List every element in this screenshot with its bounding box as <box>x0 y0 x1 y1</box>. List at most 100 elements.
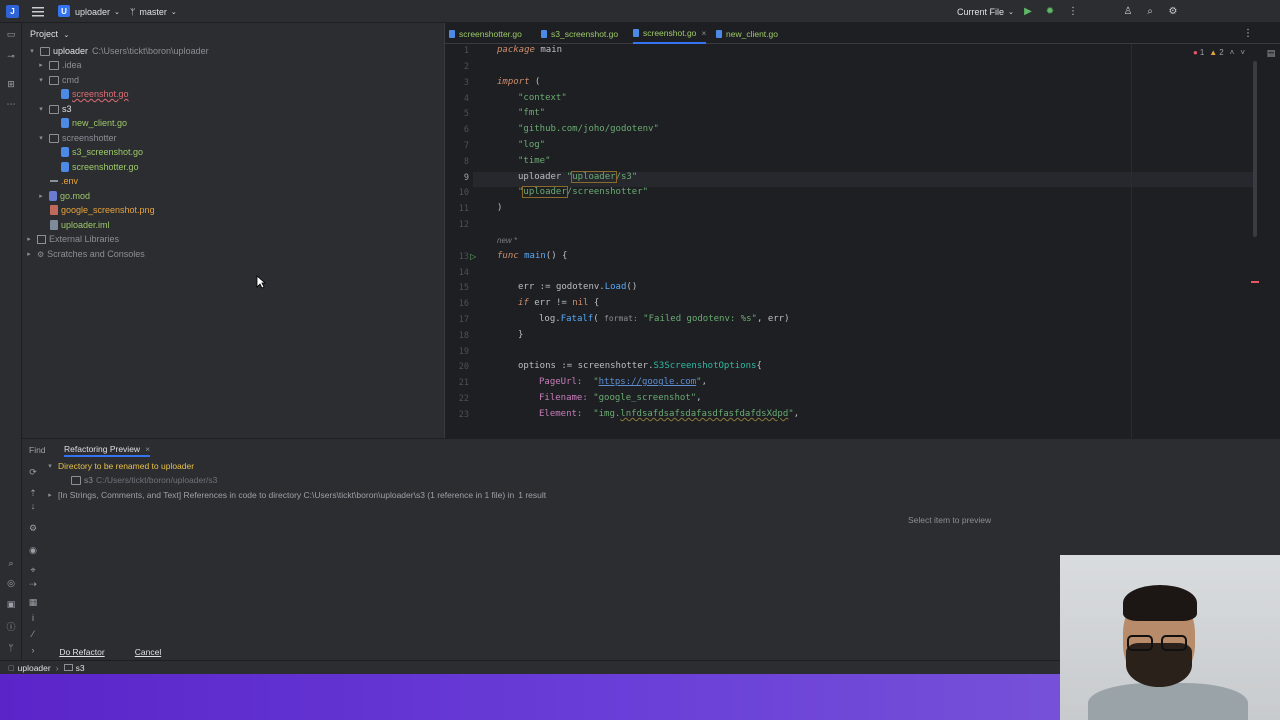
account-icon[interactable]: ♙ <box>1121 4 1135 18</box>
close-icon[interactable]: × <box>145 444 150 454</box>
cancel-button[interactable]: Cancel <box>130 644 166 660</box>
code-line[interactable]: "context" <box>518 93 567 108</box>
next-icon[interactable]: ↓ <box>26 499 40 513</box>
tree-item-external-libraries[interactable]: ▸ External Libraries <box>25 232 119 246</box>
tab-find[interactable]: Find <box>29 443 46 457</box>
settings-icon[interactable]: ⚙ <box>26 521 40 535</box>
tree-item-new-client-go[interactable]: new_client.go <box>61 116 127 130</box>
structure-icon[interactable]: ⊞ <box>4 77 18 91</box>
code-text: options := <box>518 361 578 371</box>
notifications-icon[interactable]: ▤ <box>1264 46 1278 60</box>
services-icon[interactable]: ◎ <box>4 576 18 590</box>
rename-target-row[interactable]: ▾ Directory to be renamed to uploader <box>46 459 194 473</box>
code-line[interactable]: uploader "uploader/s3" <box>518 171 637 187</box>
tab-screenshot-go[interactable]: screenshot.go × <box>633 23 707 44</box>
tree-item-cmd[interactable]: ▾ cmd <box>37 73 79 87</box>
info-icon[interactable]: i <box>26 611 40 625</box>
project-switcher[interactable]: uploader ⌄ <box>75 4 120 19</box>
do-refactor-button[interactable]: Do Refactor <box>54 644 110 660</box>
code-line[interactable]: "github.com/joho/godotenv" <box>518 124 659 139</box>
chevron-right-icon: ▸ <box>48 492 52 499</box>
search-icon[interactable]: ⌕ <box>1143 4 1157 18</box>
hamburger-icon[interactable] <box>32 4 44 19</box>
branch-switcher[interactable]: ᛘ master ⌄ <box>130 4 177 19</box>
pin-icon[interactable]: ⌖ <box>26 563 40 577</box>
code-line[interactable]: err := godotenv.Load() <box>518 282 637 297</box>
code-line[interactable]: "log" <box>518 140 545 155</box>
run-gutter-icon[interactable]: ▷ <box>470 252 476 261</box>
code-line[interactable]: ) <box>497 203 502 218</box>
code-line[interactable]: "time" <box>518 156 551 171</box>
filter-icon[interactable]: ⁄ <box>26 627 40 641</box>
group-icon[interactable]: ▦ <box>26 595 40 609</box>
tab-refactoring-preview[interactable]: Refactoring Preview × <box>64 443 151 457</box>
project-badge-icon: U <box>58 5 70 17</box>
line-number: 5 <box>463 109 469 119</box>
tree-item-screenshotter-go[interactable]: screenshotter.go <box>61 160 139 174</box>
env-file-icon <box>50 180 58 182</box>
code-text: , <box>793 409 800 419</box>
close-icon[interactable]: × <box>701 28 706 38</box>
tab-screenshotter-go[interactable]: screenshotter.go <box>449 23 522 44</box>
export-icon[interactable]: ⇢ <box>26 577 40 591</box>
more-icon[interactable]: ⋮ <box>1066 4 1080 18</box>
tree-item-screenshotter[interactable]: ▾ screenshotter <box>37 131 116 145</box>
tree-root[interactable]: ▾ uploader C:\Users\tickt\boron\uploader <box>28 44 208 58</box>
tree-item-idea[interactable]: ▸ .idea <box>37 58 81 72</box>
project-panel-header[interactable]: Project ⌄ <box>30 29 69 39</box>
editor-scrollbar[interactable] <box>1253 61 1257 237</box>
git-icon[interactable]: ᛘ <box>4 641 18 655</box>
line-number: 16 <box>458 299 469 309</box>
code-line[interactable]: package main <box>497 45 562 60</box>
commit-icon[interactable]: ⊸ <box>4 49 18 63</box>
tab-s3-screenshot-go[interactable]: s3_screenshot.go <box>541 23 618 44</box>
directory-row[interactable]: s3 C:/Users/tickt/boron/uploader/s3 <box>71 473 217 487</box>
code-text: { <box>756 361 762 371</box>
breadcrumb-item[interactable]: uploader <box>18 663 51 673</box>
problems-icon[interactable]: ⓘ <box>4 619 18 633</box>
code-line[interactable]: log.Fatalf( format: "Failed godotenv: %s… <box>539 314 790 329</box>
code-line[interactable]: options := screenshotter.S3ScreenshotOpt… <box>518 361 762 376</box>
code-line[interactable]: PageUrl: "https://google.com", <box>539 377 707 392</box>
tree-item-google-screenshot-png[interactable]: google_screenshot.png <box>50 203 155 217</box>
chevron-down-icon[interactable]: ˅ <box>1240 48 1245 57</box>
settings-icon[interactable]: ⚙ <box>1166 4 1180 18</box>
tree-item-uploader-iml[interactable]: uploader.iml <box>50 218 110 232</box>
expand-icon[interactable]: › <box>26 643 40 657</box>
run-config-select[interactable]: Current File ⌄ <box>957 4 1014 19</box>
code-line[interactable]: if err != nil { <box>518 298 599 313</box>
collapse-icon[interactable]: ⇡ <box>26 486 40 500</box>
error-stripe-marker[interactable] <box>1251 281 1259 283</box>
folder-icon[interactable]: ▭ <box>4 27 18 41</box>
code-line[interactable]: "uploader/screenshotter" <box>518 186 648 202</box>
preview-icon[interactable]: ◉ <box>26 543 40 557</box>
code-line[interactable]: import ( <box>497 77 540 92</box>
tree-item-s3-screenshot-go[interactable]: s3_screenshot.go <box>61 145 143 159</box>
tree-item-scratches[interactable]: ▸ ⚙ Scratches and Consoles <box>25 247 145 261</box>
more-tools-icon[interactable]: ⋯ <box>4 97 18 111</box>
more-icon[interactable]: ⋮ <box>1241 26 1255 40</box>
run-icon[interactable]: ▶ <box>1021 4 1035 18</box>
branch-name: master <box>139 6 167 17</box>
breadcrumb-item[interactable]: s3 <box>76 663 85 673</box>
url-link[interactable]: https://google.com <box>599 377 697 387</box>
debug-icon[interactable]: ✹ <box>1043 4 1057 18</box>
inspection-widget[interactable]: ● 1 ▲ 2 ˄ ˅ <box>1193 46 1245 58</box>
search-icon[interactable]: ⌕ <box>4 556 18 570</box>
references-row[interactable]: ▸ [In Strings, Comments, and Text] Refer… <box>46 488 546 502</box>
tree-item-screenshot-go[interactable]: screenshot.go <box>61 87 129 101</box>
refresh-icon[interactable]: ⟳ <box>26 465 40 479</box>
tree-item-s3[interactable]: ▾ s3 <box>37 102 71 116</box>
tree-item-go-mod[interactable]: ▸ go.mod <box>37 189 90 203</box>
webcam-overlay <box>1060 555 1280 720</box>
code-line[interactable]: func main() { <box>497 251 567 266</box>
code-line[interactable]: Element: "img.lnfdsafdsafsdafasdfasfdafd… <box>539 409 799 424</box>
usage-hint[interactable]: new * <box>497 236 517 251</box>
chevron-up-icon[interactable]: ˄ <box>1230 48 1235 57</box>
code-line[interactable]: "fmt" <box>518 108 545 123</box>
terminal-icon[interactable]: ▣ <box>4 597 18 611</box>
tree-item-env[interactable]: .env <box>50 174 78 188</box>
code-line[interactable]: Filename: "google_screenshot", <box>539 393 702 408</box>
tab-new-client-go[interactable]: new_client.go <box>716 23 778 44</box>
code-line[interactable]: } <box>518 330 523 345</box>
